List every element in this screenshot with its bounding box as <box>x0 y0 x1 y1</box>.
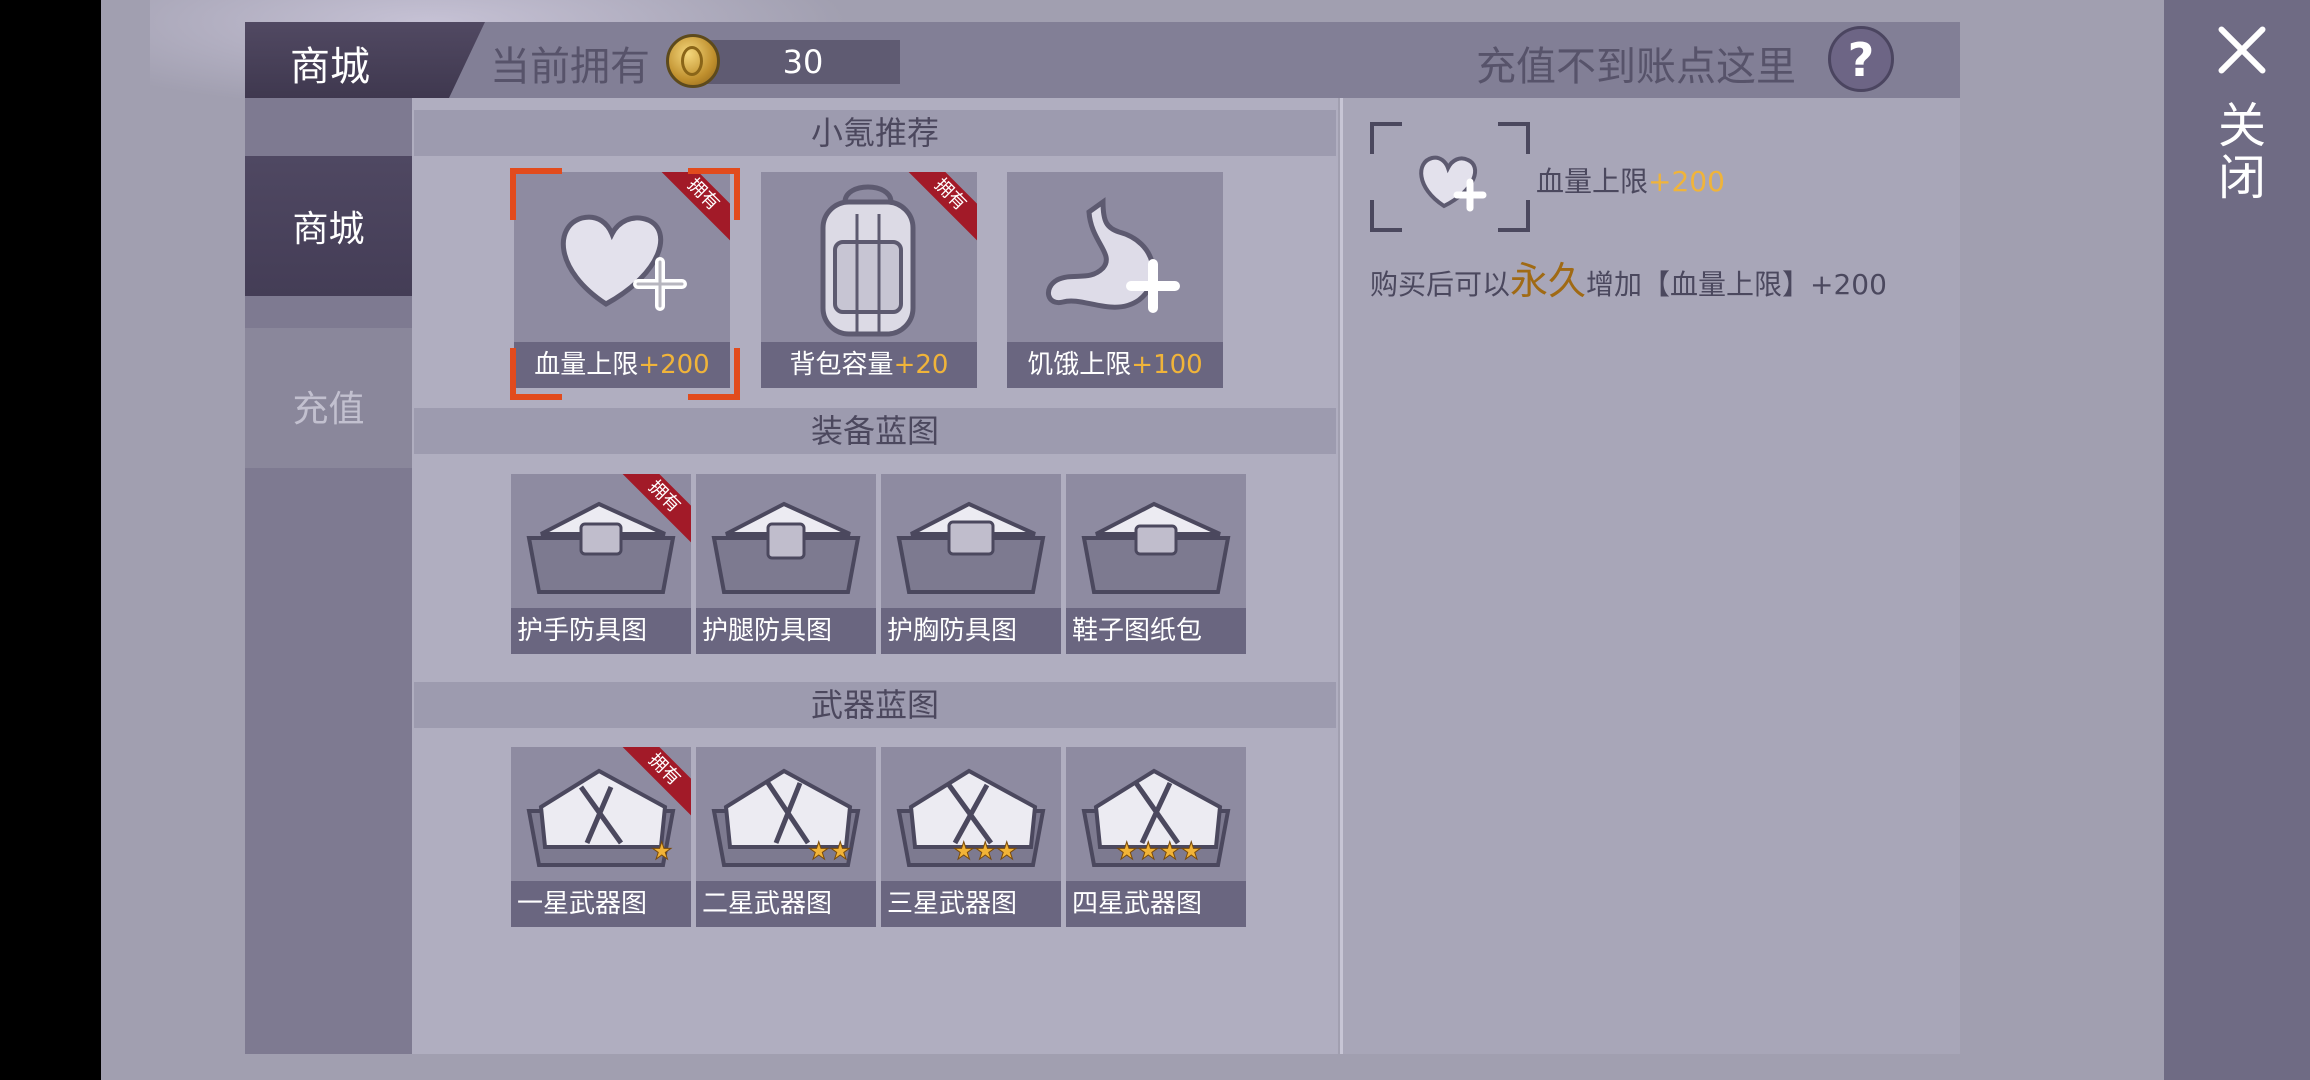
svg-text:★: ★ <box>651 837 673 865</box>
detail-item-description: 购买后可以永久增加【血量上限】+200 <box>1370 259 1887 303</box>
blueprint-weapon-3star[interactable]: ★★★ 三星武器图 <box>881 747 1061 927</box>
blueprint-label: 鞋子图纸包 <box>1066 608 1246 654</box>
detail-icon-frame <box>1370 122 1530 232</box>
help-question-icon[interactable]: ? <box>1828 26 1894 92</box>
shop-item-max-hunger[interactable]: 饥饿上限+100 <box>1007 172 1223 388</box>
blueprint-label: 三星武器图 <box>881 881 1061 927</box>
weapon-blueprint-icon: ★★★★ <box>1081 768 1231 867</box>
blueprint-weapon-4star[interactable]: ★★★★ 四星武器图 <box>1066 747 1246 927</box>
selection-corner <box>510 168 562 220</box>
frame-corner <box>1370 200 1402 232</box>
frame-corner <box>1498 122 1530 154</box>
blueprint-leg-armor[interactable]: 护腿防具图 <box>696 474 876 654</box>
currency-owned-label: 当前拥有 <box>490 44 650 90</box>
blueprint-chest-armor[interactable]: 护胸防具图 <box>881 474 1061 654</box>
blueprint-label: 四星武器图 <box>1066 881 1246 927</box>
item-detail-panel <box>1340 98 1960 1054</box>
svg-text:★★★: ★★★ <box>953 837 1018 865</box>
coin-value: 30 <box>782 43 824 81</box>
section-title-recommend: 小氪推荐 <box>810 114 939 152</box>
blueprint-gauntlet-armor[interactable]: 护手防具图 拥有 <box>511 474 691 654</box>
blueprint-label: 二星武器图 <box>696 881 876 927</box>
coin-icon-detail <box>681 46 703 76</box>
close-label[interactable]: 关闭 <box>2209 100 2272 204</box>
frame-corner <box>1498 200 1530 232</box>
heart-plus-icon <box>1419 155 1487 212</box>
close-icon[interactable] <box>2212 20 2272 80</box>
section-title-equipment: 装备蓝图 <box>810 412 939 450</box>
shop-title-label: 商城 <box>290 44 370 90</box>
svg-text:★★★★: ★★★★ <box>1116 837 1202 865</box>
svg-text:★★: ★★ <box>808 837 851 865</box>
blueprint-label: 护胸防具图 <box>881 608 1061 654</box>
blueprint-weapon-1star[interactable]: ★ 一星武器图 拥有 <box>511 747 691 927</box>
blueprint-label: 护手防具图 <box>511 608 691 654</box>
sidebar-item-recharge-label: 充值 <box>292 389 365 430</box>
shop-item-backpack-capacity[interactable]: 背包容量+20 拥有 <box>761 172 977 388</box>
detail-item-name: 血量上限+200 <box>1536 165 1725 198</box>
frame-corner <box>1370 122 1402 154</box>
blueprint-toolbox-icon <box>711 501 861 594</box>
section-title-weapons: 武器蓝图 <box>810 686 939 724</box>
blueprint-toolbox-icon <box>896 501 1046 594</box>
selection-corner <box>688 348 740 400</box>
blueprint-label: 护腿防具图 <box>696 608 876 654</box>
weapon-blueprint-icon: ★★ <box>711 768 861 867</box>
weapon-blueprint-icon: ★★★ <box>896 768 1046 867</box>
selection-corner <box>510 348 562 400</box>
selection-corner <box>688 168 740 220</box>
blueprint-shoes[interactable]: 鞋子图纸包 <box>1066 474 1246 654</box>
close-sidebar[interactable]: 关闭 <box>2164 0 2310 1080</box>
recharge-help-link[interactable]: 充值不到账点这里 <box>1476 34 1796 92</box>
blueprint-weapon-2star[interactable]: ★★ 二星武器图 <box>696 747 876 927</box>
stomach-plus-icon <box>1046 197 1180 313</box>
blueprint-label: 一星武器图 <box>511 881 691 927</box>
item-label: 背包容量+20 <box>789 350 949 380</box>
blueprint-toolbox-icon <box>1081 501 1231 594</box>
sidebar-item-shop-label: 商城 <box>292 209 365 250</box>
item-label: 饥饿上限+100 <box>1027 350 1203 380</box>
